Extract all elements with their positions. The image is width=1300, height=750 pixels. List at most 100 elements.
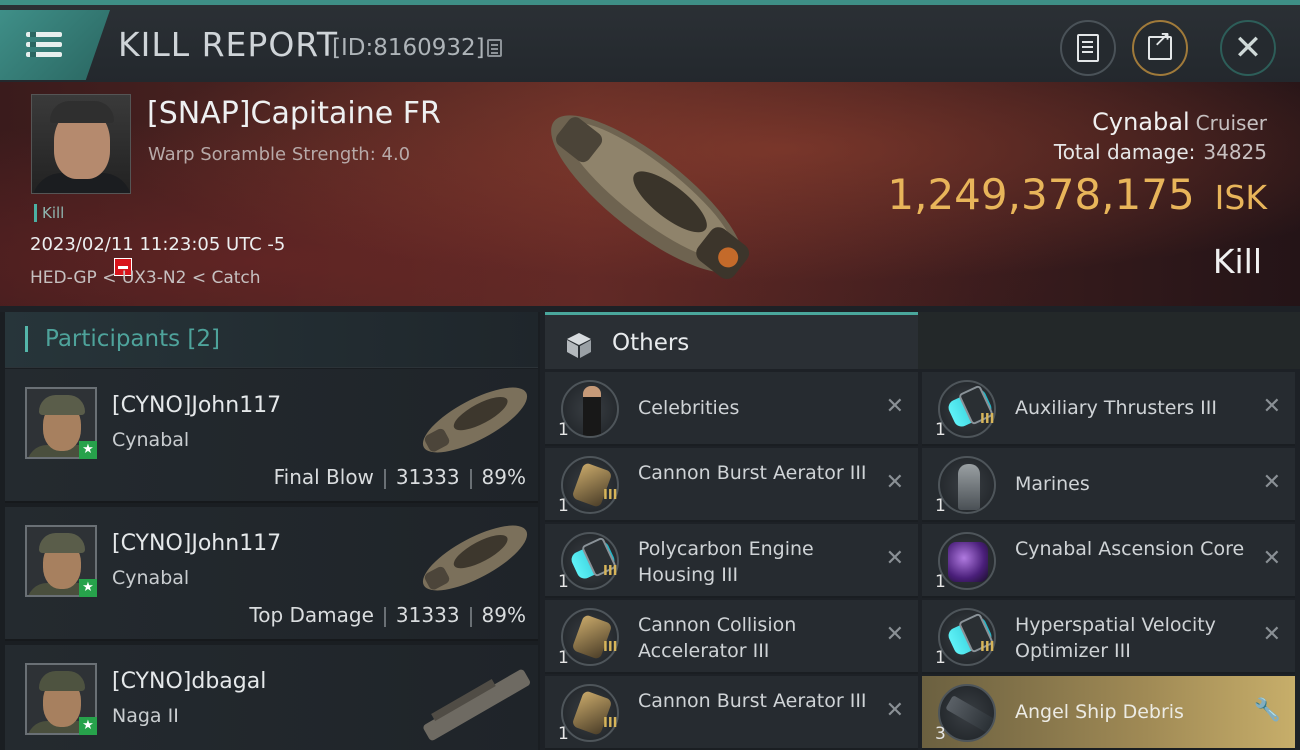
copy-icon[interactable]: [487, 39, 502, 57]
participant-name[interactable]: [CYNO]dbagal: [112, 669, 266, 694]
destroyed-icon: ✕: [1262, 622, 1281, 647]
item-name: Cannon Burst Aerator III: [638, 462, 867, 484]
victim-ship-image[interactable]: [520, 94, 775, 294]
person-icon: [561, 380, 619, 438]
cannon-module-icon: [561, 608, 619, 666]
loot-item[interactable]: 1 III Polycarbon Engine Housing III ✕: [545, 524, 918, 598]
item-quantity: 1: [558, 496, 569, 516]
loot-item[interactable]: 1 III Cannon Burst Aerator III ✕: [545, 448, 918, 522]
isk-value: 1,249,378,175: [887, 170, 1195, 219]
item-name: Hyperspatial Velocity Optimizer III: [1015, 614, 1216, 662]
tier-badge: III: [603, 716, 618, 731]
item-quantity: 1: [935, 572, 946, 592]
report-button[interactable]: [1060, 20, 1116, 76]
participants-panel: Participants [2] ★ [CYNO]John117 Cynabal…: [0, 312, 540, 750]
kill-result: Kill: [1212, 242, 1262, 281]
participant-role: Top Damage: [249, 603, 374, 627]
destroyed-icon: ✕: [885, 470, 904, 495]
loot-item-dropped[interactable]: 3 Angel Ship Debris 🔧: [922, 676, 1295, 750]
participant-damage: 31333: [395, 465, 460, 489]
item-name: Polycarbon Engine Housing III: [638, 538, 814, 586]
loot-item[interactable]: 1 Marines ✕: [922, 448, 1295, 522]
loot-item[interactable]: 1 Celebrities ✕: [545, 372, 918, 446]
participant-ship-image: [423, 669, 530, 741]
item-quantity: 1: [558, 572, 569, 592]
total-damage-label: Total damage:: [1053, 140, 1196, 164]
document-icon: [1077, 34, 1099, 62]
loot-item[interactable]: 1 III Auxiliary Thrusters III ✕: [922, 372, 1295, 446]
participant-name[interactable]: [CYNO]John117: [112, 531, 281, 556]
participant-ship: Cynabal: [112, 567, 190, 589]
close-button[interactable]: ✕: [1220, 20, 1276, 76]
loot-item[interactable]: 1 III Cannon Burst Aerator III ✕: [545, 676, 918, 750]
loot-item[interactable]: 1 III Hyperspatial Velocity Optimizer II…: [922, 600, 1295, 674]
participant-name[interactable]: [CYNO]John117: [112, 393, 281, 418]
participant-role: Final Blow: [273, 465, 374, 489]
cube-icon: [567, 333, 591, 358]
close-icon: ✕: [1233, 28, 1263, 68]
participant-damage: 31333: [395, 603, 460, 627]
destroyed-icon: ✕: [885, 698, 904, 723]
participant-row[interactable]: ★ [CYNO]John117 Cynabal Top Damage 31333 8…: [5, 507, 538, 641]
others-header-fill: [918, 312, 1300, 369]
star-icon: ★: [79, 441, 97, 459]
wrench-icon[interactable]: 🔧: [1254, 698, 1281, 723]
destroyed-icon: ✕: [885, 546, 904, 571]
warp-scramble-strength: Warp Soramble Strength: 4.0: [148, 144, 411, 165]
kill-location: HED-GP < UX3-N2 < Catch: [30, 268, 261, 288]
participant-ship: Naga II: [112, 705, 179, 727]
ship-name[interactable]: Cynabal: [1092, 108, 1190, 136]
cannon-module-icon: [561, 684, 619, 742]
kill-timestamp: 2023/02/11 11:23:05 UTC -5: [30, 234, 286, 255]
share-button[interactable]: [1132, 20, 1188, 76]
item-quantity: 1: [558, 420, 569, 440]
engine-module-icon: [561, 532, 619, 590]
star-icon: ★: [79, 717, 97, 735]
marine-icon: [938, 456, 996, 514]
tier-badge: III: [980, 412, 995, 427]
item-quantity: 1: [935, 496, 946, 516]
participant-row[interactable]: ★ [CYNO]dbagal Naga II: [5, 645, 538, 750]
participants-title: Participants [2]: [45, 326, 220, 352]
item-quantity: 1: [935, 648, 946, 668]
item-quantity: 1: [558, 724, 569, 744]
destroyed-icon: ✕: [885, 394, 904, 419]
item-quantity: 3: [935, 724, 946, 744]
item-name: Auxiliary Thrusters III: [1015, 397, 1217, 419]
item-quantity: 1: [935, 420, 946, 440]
total-damage-value: 34825: [1203, 140, 1267, 164]
loot-item[interactable]: 1 Cynabal Ascension Core ✕: [922, 524, 1295, 598]
core-icon: [938, 532, 996, 590]
victim-avatar[interactable]: [31, 94, 131, 194]
cannon-module-icon: [561, 456, 619, 514]
thruster-module-icon: [938, 608, 996, 666]
loot-item[interactable]: 1 III Cannon Collision Accelerator III ✕: [545, 600, 918, 674]
item-name: Celebrities: [638, 397, 740, 419]
tier-badge: III: [603, 488, 618, 503]
tab-others[interactable]: Others: [545, 312, 918, 369]
menu-button[interactable]: [0, 10, 110, 80]
participant-percent: 89%: [481, 465, 526, 489]
debris-icon: [938, 684, 996, 742]
destroyed-icon: ✕: [885, 622, 904, 647]
item-name: Cannon Collision Accelerator III: [638, 614, 797, 662]
tier-badge: III: [603, 564, 618, 579]
tier-badge: III: [980, 640, 995, 655]
total-damage: Total damage: 34825: [1054, 140, 1267, 164]
item-name: Cynabal Ascension Core: [1015, 538, 1245, 560]
participant-percent: 89%: [481, 603, 526, 627]
tier-badge: III: [603, 640, 618, 655]
kill-report-screen: KILL REPORT [ID:8160932] ✕ [SNAP]Capitai…: [0, 0, 1300, 750]
participant-stats: Final Blow 31333 89%: [274, 465, 526, 489]
top-bar: KILL REPORT [ID:8160932] ✕: [0, 0, 1300, 82]
item-quantity: 1: [558, 648, 569, 668]
victim-name[interactable]: [SNAP]Capitaine FR: [147, 96, 441, 131]
destroyed-icon: ✕: [1262, 470, 1281, 495]
participant-row[interactable]: ★ [CYNO]John117 Cynabal Final Blow 31333 8…: [5, 369, 538, 503]
others-tab-label: Others: [612, 330, 690, 356]
kill-tag: Kill: [34, 204, 64, 222]
victim-ship-name: Cynabal Cruiser: [1092, 108, 1267, 136]
report-id: [ID:8160932]: [332, 35, 485, 61]
participants-header: Participants [2]: [5, 312, 538, 368]
thruster-module-icon: [938, 380, 996, 438]
